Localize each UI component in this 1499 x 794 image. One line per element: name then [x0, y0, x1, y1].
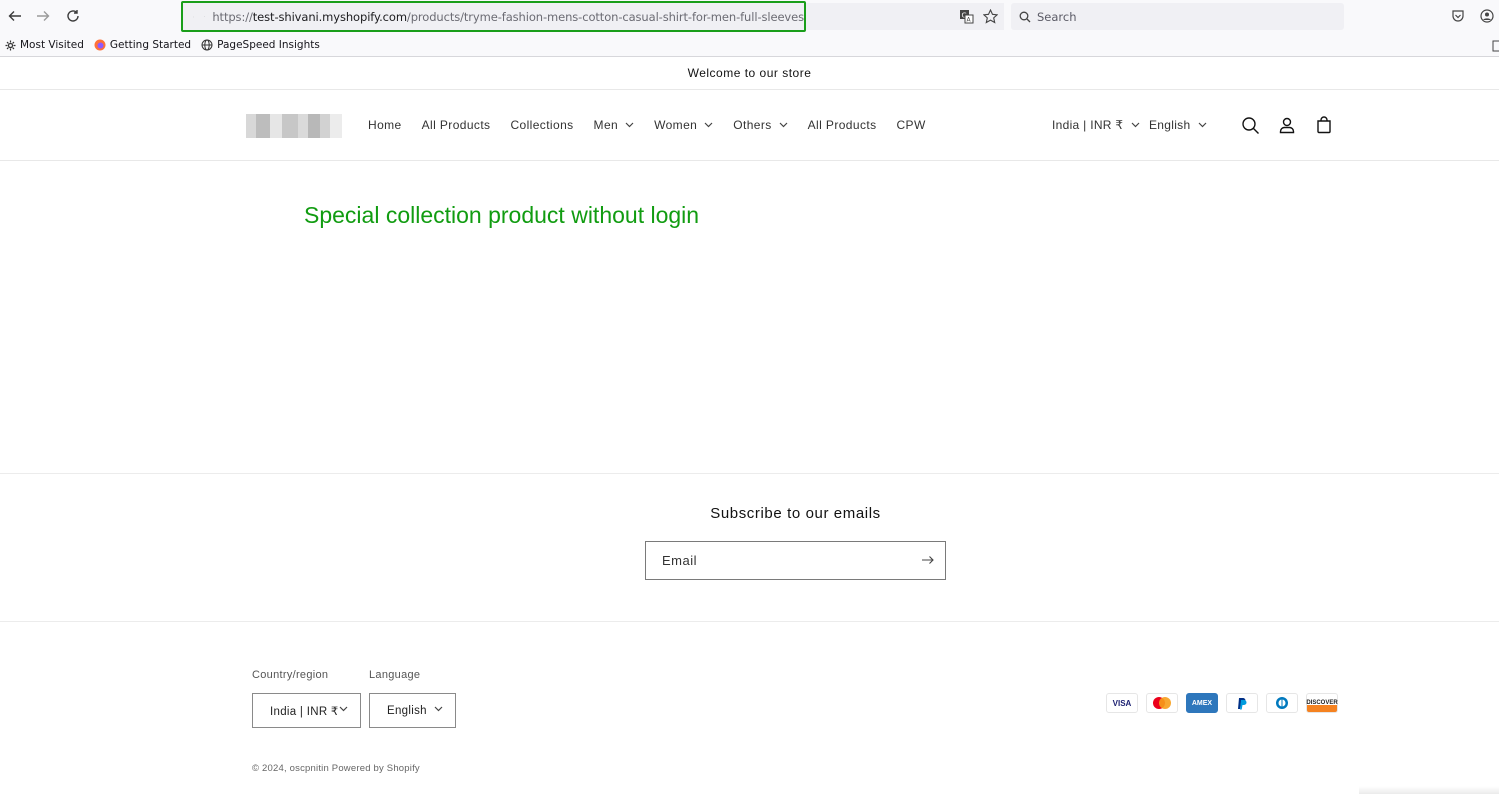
url-host: test-shivani.myshopify.com [252, 9, 407, 24]
subscribe-arrow-icon[interactable] [921, 553, 935, 567]
gear-icon [5, 40, 16, 50]
reload-button[interactable] [63, 6, 83, 26]
announcement-text: Welcome to our store [687, 66, 812, 80]
diners-icon [1266, 693, 1298, 713]
menu-item-label: CPW [896, 118, 926, 132]
other-bookmarks-icon[interactable] [1492, 38, 1499, 54]
country-selector-label: India | INR ₹ [1052, 118, 1124, 132]
search-icon[interactable] [1239, 114, 1261, 136]
copyright-text: © 2024, oscpnitin Powered by Shopify [252, 763, 420, 774]
address-bar[interactable]: https://test-shivani.myshopify.com/produ… [181, 1, 806, 32]
globe-icon [201, 39, 213, 51]
bookmark-label: Getting Started [109, 39, 192, 51]
lock-icon [203, 16, 205, 17]
menu-item-label: Women [654, 118, 698, 132]
chevron-down-icon [434, 706, 443, 712]
back-button[interactable] [5, 6, 25, 26]
special-collection-message: Special collection product without login [304, 202, 700, 228]
visa-icon: VISA [1106, 693, 1138, 713]
section-divider [0, 473, 1499, 474]
language-selector-label: English [1149, 118, 1191, 132]
menu-item-men[interactable]: Men [584, 118, 645, 132]
pocket-icon[interactable] [1450, 8, 1466, 24]
bookmark-label: Most Visited [20, 39, 84, 51]
footer-country-value: India | INR ₹ [270, 705, 339, 718]
bookmark-most-visited[interactable]: Most Visited [5, 39, 84, 51]
footer-country-select[interactable]: India | INR ₹ [252, 693, 361, 728]
newsletter-title: Subscribe to our emails [710, 505, 881, 522]
menu-item-women[interactable]: Women [644, 118, 723, 132]
back-arrow-icon [8, 11, 21, 21]
footer-language-label: Language [369, 669, 421, 681]
translate-icon[interactable]: GA [958, 8, 974, 24]
menu-item-all-products[interactable]: All Products [412, 118, 501, 132]
email-placeholder: Email [662, 553, 698, 568]
bookmark-pagespeed[interactable]: PageSpeed Insights [201, 39, 320, 51]
menu-item-label: All Products [807, 118, 877, 132]
menu-item-collections[interactable]: Collections [500, 118, 583, 132]
country-selector[interactable]: India | INR ₹ [1052, 90, 1140, 160]
footer-language-select[interactable]: English [369, 693, 456, 728]
menu-item-others[interactable]: Others [723, 118, 797, 132]
url-prefix: https:// [212, 9, 253, 24]
chevron-down-icon [625, 122, 634, 128]
menu-item-label: Home [368, 118, 402, 132]
forward-arrow-icon [37, 11, 50, 21]
search-icon [1019, 11, 1031, 22]
firefox-icon [94, 39, 106, 51]
forward-button[interactable] [33, 6, 53, 26]
chevron-down-icon [704, 122, 713, 128]
discover-icon: DISCOVER [1306, 693, 1338, 713]
menu-item-label: Collections [510, 118, 574, 132]
chevron-down-icon [779, 122, 788, 128]
menu-item-label: Others [733, 118, 772, 132]
menu-item-home[interactable]: Home [358, 118, 412, 132]
url-text: https://test-shivani.myshopify.com/produ… [212, 10, 804, 24]
mastercard-icon [1146, 693, 1178, 713]
chevron-down-icon [339, 706, 348, 712]
paypal-icon [1226, 693, 1258, 713]
account-login-icon[interactable] [1276, 114, 1298, 136]
browser-toolbar: https://test-shivani.myshopify.com/produ… [0, 0, 1499, 57]
language-selector[interactable]: English [1149, 90, 1207, 160]
announcement-bar: Welcome to our store [0, 57, 1499, 90]
menu-item-label: All Products [421, 118, 491, 132]
browser-search-bar[interactable]: Search [1011, 3, 1344, 30]
corner-shadow [1359, 786, 1499, 794]
menu-item-label: Men [593, 118, 619, 132]
payment-icons: VISA AMEX DISCOVER [1106, 693, 1338, 713]
store-logo[interactable] [246, 114, 342, 138]
cart-icon[interactable] [1313, 114, 1335, 136]
bookmarks-bar: Most Visited Getting Started PageSpeed I… [0, 36, 325, 54]
reload-icon [67, 10, 79, 22]
address-bar-extension[interactable] [806, 3, 1004, 30]
menu-item-all-products-2[interactable]: All Products [798, 118, 887, 132]
amex-icon: AMEX [1186, 693, 1218, 713]
browser-search-placeholder: Search [1037, 9, 1077, 24]
footer-divider [0, 621, 1499, 622]
main-menu: Home All Products Collections Men Women … [358, 90, 936, 160]
account-icon[interactable] [1479, 8, 1495, 24]
url-path: /products/tryme-fashion-mens-cotton-casu… [406, 9, 804, 24]
newsletter-email-field[interactable]: Email [645, 541, 946, 580]
bookmark-label: PageSpeed Insights [217, 39, 320, 51]
store-header: Home All Products Collections Men Women … [0, 90, 1499, 161]
bookmark-getting-started[interactable]: Getting Started [94, 39, 191, 51]
shield-icon [193, 16, 194, 17]
bookmark-star-icon[interactable] [982, 8, 998, 24]
menu-item-cpw[interactable]: CPW [886, 118, 935, 132]
chevron-down-icon [1131, 122, 1140, 128]
footer-country-label: Country/region [252, 669, 329, 681]
footer-language-value: English [387, 704, 427, 717]
chevron-down-icon [1198, 122, 1207, 128]
